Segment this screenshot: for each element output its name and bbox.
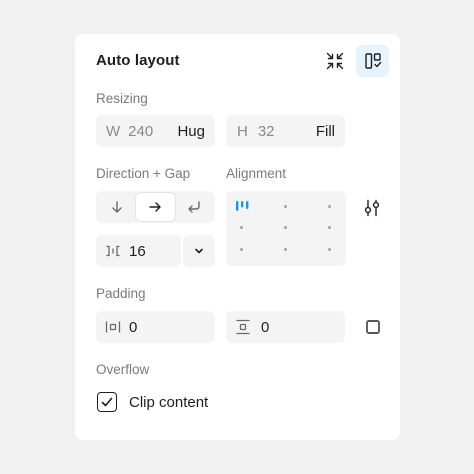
horizontal-padding-value[interactable]: 0	[129, 319, 137, 336]
alignment-middle-right[interactable]	[328, 226, 331, 229]
gap-field[interactable]: 16	[96, 235, 181, 267]
alignment-middle-center[interactable]	[284, 226, 287, 229]
overflow-label: Overflow	[96, 362, 150, 377]
alignment-bottom-left[interactable]	[240, 248, 243, 251]
sliders-icon	[364, 199, 380, 217]
panel-title: Auto layout	[96, 52, 180, 69]
horizontal-padding-icon	[105, 321, 121, 333]
vertical-padding-value[interactable]: 0	[261, 319, 269, 336]
gap-icon	[106, 245, 120, 257]
individual-padding-icon	[366, 320, 380, 334]
horizontal-padding-field[interactable]: 0	[96, 311, 215, 343]
width-value[interactable]: 240	[128, 123, 153, 140]
height-value[interactable]: 32	[258, 123, 275, 140]
alignment-top-left-indicator[interactable]	[235, 200, 251, 214]
direction-vertical-option[interactable]	[98, 193, 136, 221]
vertical-padding-field[interactable]: 0	[226, 311, 345, 343]
advanced-layout-settings-button[interactable]	[359, 195, 385, 221]
height-field[interactable]: H 32 Fill	[226, 115, 345, 147]
padding-label: Padding	[96, 286, 146, 301]
gap-value[interactable]: 16	[129, 243, 146, 260]
height-mode[interactable]: Fill	[316, 123, 335, 140]
wrap-icon	[188, 201, 200, 213]
direction-horizontal-option[interactable]	[136, 193, 175, 221]
direction-wrap-option[interactable]	[175, 193, 213, 221]
alignment-top-right[interactable]	[328, 205, 331, 208]
width-axis-label: W	[106, 122, 121, 140]
clip-content-label[interactable]: Clip content	[129, 394, 208, 411]
width-field[interactable]: W 240 Hug	[96, 115, 215, 147]
direction-gap-label: Direction + Gap	[96, 166, 191, 181]
alignment-top-center[interactable]	[284, 205, 287, 208]
height-axis-label: H	[237, 122, 248, 140]
layout-settings-button[interactable]	[356, 45, 389, 77]
individual-padding-button[interactable]	[360, 314, 386, 340]
align-top-left-icon	[236, 201, 249, 211]
alignment-bottom-right[interactable]	[328, 248, 331, 251]
arrow-right-icon	[149, 202, 162, 212]
collapse-icon	[326, 52, 344, 70]
checkmark-icon	[101, 397, 113, 407]
collapse-button[interactable]	[320, 46, 350, 76]
clip-content-checkbox[interactable]	[97, 392, 117, 412]
arrow-down-icon	[112, 201, 122, 213]
auto-layout-panel: Auto layout Resizing W 240 Hug H 32 Fill…	[75, 34, 400, 440]
width-mode[interactable]: Hug	[177, 123, 205, 140]
alignment-middle-left[interactable]	[240, 226, 243, 229]
chevron-down-icon	[195, 248, 203, 254]
gap-dropdown-button[interactable]	[183, 235, 215, 267]
alignment-grid[interactable]	[226, 191, 346, 266]
resizing-label: Resizing	[96, 91, 148, 106]
alignment-bottom-center[interactable]	[284, 248, 287, 251]
direction-segmented-control	[96, 191, 215, 223]
layout-panel-icon	[364, 53, 381, 69]
vertical-padding-icon	[236, 319, 250, 335]
alignment-label: Alignment	[226, 166, 287, 181]
